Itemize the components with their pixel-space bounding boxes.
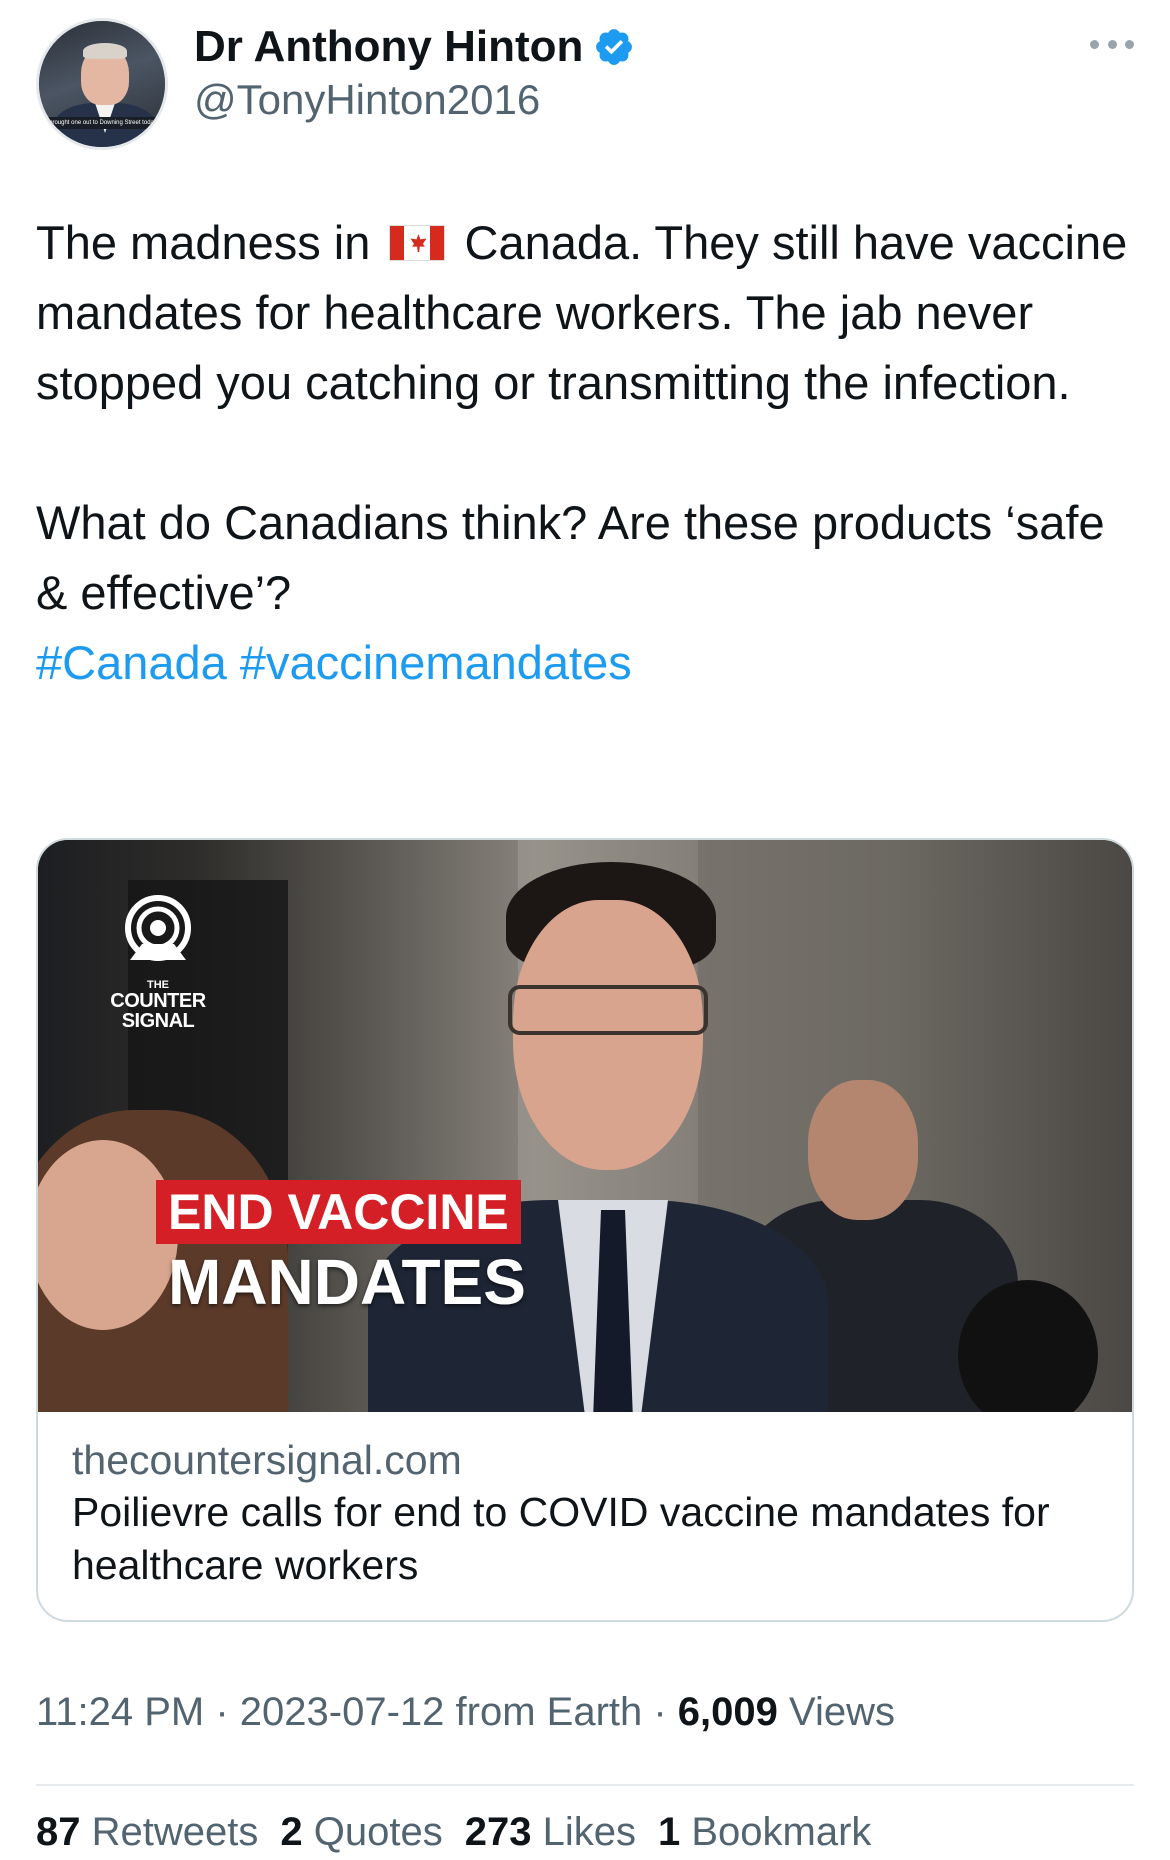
retweets-stat[interactable]: 87 Retweets bbox=[36, 1810, 258, 1855]
verified-badge-icon bbox=[596, 29, 633, 65]
tweet-text: The madness in Canada. They still have v… bbox=[36, 208, 1136, 698]
overlay-headline-line1: END VACCINE bbox=[156, 1180, 521, 1244]
divider bbox=[36, 1784, 1134, 1786]
quotes-stat[interactable]: 2 Quotes bbox=[280, 1810, 442, 1855]
hashtag-canada[interactable]: #Canada bbox=[36, 636, 227, 689]
views-label: Views bbox=[789, 1690, 896, 1734]
hashtag-vaccinemandates[interactable]: #vaccinemandates bbox=[240, 636, 632, 689]
tweet-paragraph-2: What do Canadians think? Are these produ… bbox=[36, 496, 1118, 619]
logo-text-bottom: COUNTER SIGNAL bbox=[110, 990, 206, 1032]
bookmarks-stat[interactable]: 1 Bookmark bbox=[658, 1810, 871, 1855]
card-title: Poilievre calls for end to COVID vaccine… bbox=[72, 1489, 1050, 1588]
signal-rings-icon bbox=[125, 895, 191, 961]
tweet-date[interactable]: 2023-07-12 bbox=[240, 1690, 445, 1734]
link-card[interactable]: THE COUNTER SIGNAL END VACCINE MANDATES … bbox=[36, 838, 1134, 1622]
views-count: 6,009 bbox=[677, 1690, 778, 1734]
engagement-stats: 87 Retweets 2 Quotes 273 Likes 1 Bookmar… bbox=[36, 1810, 871, 1855]
counter-signal-logo: THE COUNTER SIGNAL bbox=[108, 890, 208, 1060]
tweet-source: from Earth bbox=[455, 1690, 643, 1734]
tweet-time[interactable]: 11:24 PM bbox=[36, 1690, 204, 1734]
avatar-caption: brought one out to Downing Street today bbox=[49, 120, 157, 126]
likes-stat[interactable]: 273 Likes bbox=[465, 1810, 636, 1855]
author-name[interactable]: Dr Anthony Hinton bbox=[194, 22, 583, 72]
card-image[interactable]: THE COUNTER SIGNAL END VACCINE MANDATES bbox=[38, 840, 1132, 1412]
overlay-headline-line2: MANDATES bbox=[168, 1246, 526, 1318]
more-options-icon[interactable] bbox=[1090, 34, 1134, 54]
tweet-header: brought one out to Downing Street today … bbox=[36, 18, 1134, 150]
canada-flag-icon bbox=[389, 225, 446, 261]
card-domain: thecountersignal.com bbox=[72, 1437, 462, 1483]
tweet-line1-before: The madness in bbox=[36, 216, 384, 269]
tweet-meta: 11:24 PM · 2023-07-12 from Earth · 6,009… bbox=[36, 1690, 896, 1734]
author-avatar[interactable]: brought one out to Downing Street today bbox=[36, 18, 168, 150]
author-handle[interactable]: @TonyHinton2016 bbox=[194, 76, 540, 124]
